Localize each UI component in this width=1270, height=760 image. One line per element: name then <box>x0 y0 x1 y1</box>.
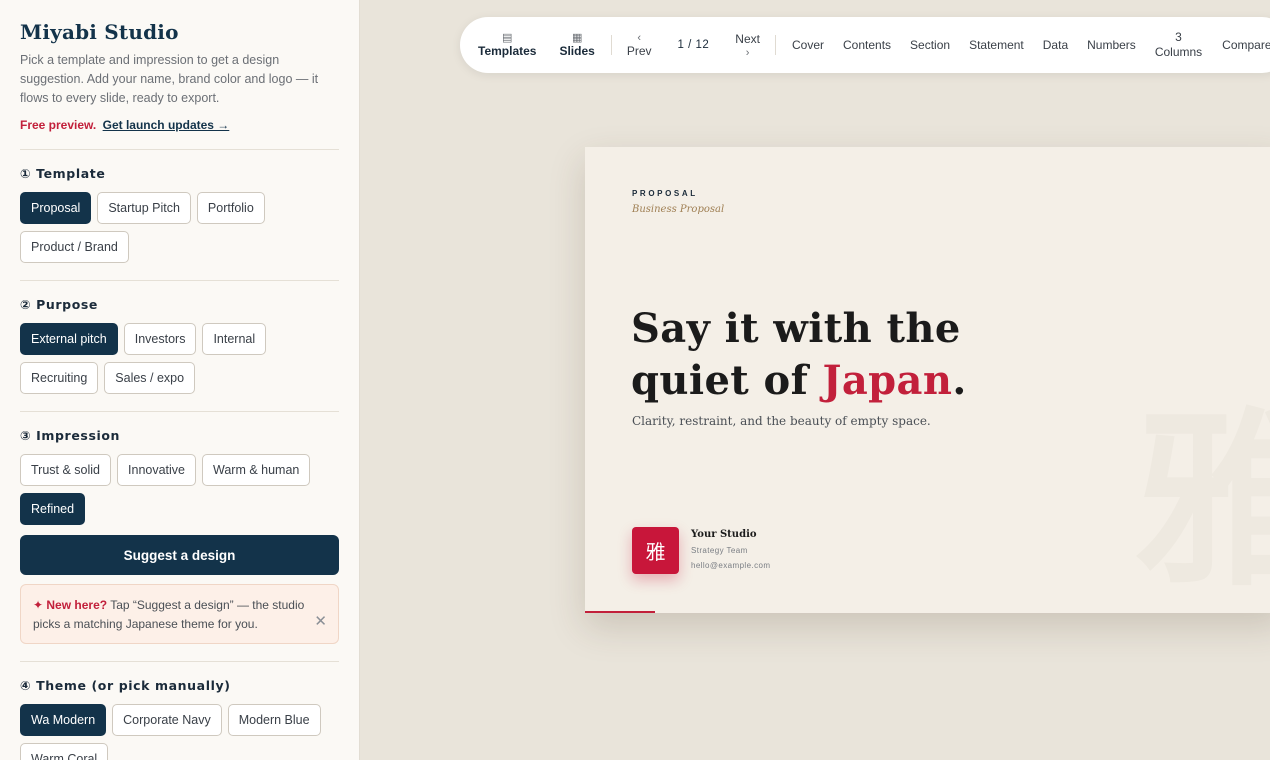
impression-section-title: ③ Impression <box>20 428 121 443</box>
studio-email: hello@example.com <box>691 561 771 570</box>
slide-preview: 雅 PROPOSAL Business Proposal Say it with… <box>585 147 1270 613</box>
slide-type-contents[interactable]: Contents <box>843 38 891 53</box>
slide-type-numbers[interactable]: Numbers <box>1087 38 1136 53</box>
template-chip-startup-pitch[interactable]: Startup Pitch <box>97 192 191 224</box>
templates-icon: ▤ <box>502 31 513 44</box>
impression-chip-trust-solid[interactable]: Trust & solid <box>20 454 112 486</box>
purpose-chip-external-pitch[interactable]: External pitch <box>20 323 118 355</box>
tip-lead: ✦ New here? <box>33 598 108 612</box>
purpose-chips: External pitch Investors Internal Recrui… <box>20 323 339 394</box>
slides-button[interactable]: ▦ Slides <box>559 32 594 59</box>
divider <box>20 280 339 281</box>
headline-line-2: quiet of <box>631 357 823 404</box>
chevron-left-icon: ‹ <box>637 31 641 44</box>
prev-button[interactable]: ‹ Prev <box>627 32 652 59</box>
launch-updates-link[interactable]: Get launch updates → <box>103 118 230 132</box>
close-icon[interactable]: ✕ <box>314 614 327 629</box>
theme-chips: Wa Modern Corporate Navy Modern Blue War… <box>20 704 339 760</box>
impression-chips: Trust & solid Innovative Warm & human Re… <box>20 454 339 525</box>
slide-type-cover[interactable]: Cover <box>792 38 824 53</box>
impression-chip-innovative[interactable]: Innovative <box>117 454 196 486</box>
columns-label: Columns <box>1154 45 1203 59</box>
purpose-chip-internal[interactable]: Internal <box>202 323 267 355</box>
divider <box>20 411 339 412</box>
purpose-chip-recruiting[interactable]: Recruiting <box>20 362 99 394</box>
purpose-section-title: ② Purpose <box>20 297 99 312</box>
preview-line: Free preview. Get launch updates → <box>20 118 339 132</box>
purpose-chip-investors[interactable]: Investors <box>123 323 197 355</box>
slide-type-3-columns[interactable]: 3 Columns <box>1155 30 1202 60</box>
templates-label: Templates <box>478 43 537 58</box>
free-preview-label: Free preview. <box>20 118 97 132</box>
theme-chip-warm-coral[interactable]: Warm Coral <box>20 743 109 760</box>
chevron-right-icon: › <box>745 46 750 59</box>
impression-chip-refined[interactable]: Refined <box>20 493 86 525</box>
columns-count: 3 <box>1175 30 1182 44</box>
slides-label: Slides <box>559 43 595 58</box>
slide-headline: Say it with the quiet of Japan. <box>631 303 967 407</box>
templates-button[interactable]: ▤ Templates <box>478 32 536 59</box>
studio-logo: 雅 <box>632 527 679 574</box>
slide-type-statement[interactable]: Statement <box>969 38 1024 53</box>
theme-section-title: ④ Theme (or pick manually) <box>20 678 231 693</box>
toolbar-divider <box>610 35 612 55</box>
studio-team: Strategy Team <box>691 546 748 555</box>
purpose-chip-sales-expo[interactable]: Sales / expo <box>104 362 196 394</box>
slide-eyebrow-subtitle: Business Proposal <box>632 204 725 215</box>
new-here-tip: ✦ New here? Tap “Suggest a design” — the… <box>20 584 339 644</box>
next-label: Next <box>735 31 760 46</box>
template-chip-portfolio[interactable]: Portfolio <box>196 192 265 224</box>
suggest-design-button[interactable]: Suggest a design <box>20 535 339 575</box>
slide-type-section[interactable]: Section <box>910 38 950 53</box>
theme-chip-modern-blue[interactable]: Modern Blue <box>227 704 321 736</box>
slide-toolbar: ▤ Templates ▦ Slides ‹ Prev 1 / 12 Next … <box>460 17 1270 73</box>
headline-accent-word: Japan <box>822 357 953 404</box>
theme-chip-wa-modern[interactable]: Wa Modern <box>20 704 107 736</box>
headline-period: . <box>952 357 967 404</box>
divider <box>20 661 339 662</box>
template-chip-proposal[interactable]: Proposal <box>20 192 92 224</box>
slide-type-data[interactable]: Data <box>1043 38 1068 53</box>
template-section-title: ① Template <box>20 166 106 181</box>
slide-eyebrow: PROPOSAL <box>632 189 698 198</box>
watermark-decoration: 雅 <box>1134 389 1270 612</box>
page-indicator: 1 / 12 <box>677 39 710 51</box>
brand-title: Miyabi Studio <box>20 20 179 44</box>
headline-line-1: Say it with the <box>631 305 961 352</box>
divider <box>20 149 339 150</box>
slide-subline: Clarity, restraint, and the beauty of em… <box>632 414 931 428</box>
toolbar-divider <box>774 35 776 55</box>
impression-chip-warm-human[interactable]: Warm & human <box>202 454 311 486</box>
template-chips: Proposal Startup Pitch Portfolio Product… <box>20 192 339 263</box>
next-button[interactable]: Next › <box>735 32 760 59</box>
slide-type-compare[interactable]: Compare <box>1222 38 1270 53</box>
slide-progress-bar <box>585 611 655 613</box>
studio-name: Your Studio <box>691 529 757 540</box>
template-chip-product-brand[interactable]: Product / Brand <box>20 231 129 263</box>
theme-chip-corporate-navy[interactable]: Corporate Navy <box>112 704 222 736</box>
slides-icon: ▦ <box>571 31 583 44</box>
prev-label: Prev <box>626 43 652 58</box>
intro-text: Pick a template and impression to get a … <box>20 53 319 105</box>
sidebar: Miyabi Studio Pick a template and impres… <box>0 0 360 760</box>
